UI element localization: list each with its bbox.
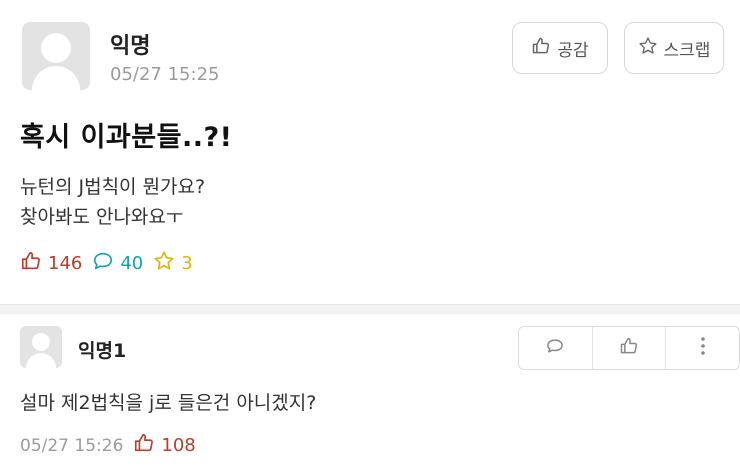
thumbs-up-icon	[133, 432, 155, 459]
post-header: 익명 05/27 15:25 공감 스크랩	[22, 22, 724, 102]
scrap-button-label: 스크랩	[663, 40, 711, 61]
post-title: 혹시 이과분들..?!	[20, 122, 233, 153]
comment-like-count: 108	[133, 432, 196, 459]
post-author: 익명	[110, 34, 151, 59]
like-button[interactable]: 공감	[512, 22, 608, 74]
avatar-head	[41, 33, 71, 63]
like-count: 146	[20, 250, 82, 277]
post-body: 뉴턴의 J법칙이 뭔가요? 찾아봐도 안나와요ㅜ	[20, 172, 205, 232]
thumbs-up-icon	[531, 36, 551, 61]
thumbs-up-icon	[619, 336, 639, 360]
avatar-body	[32, 66, 80, 90]
like-button-label: 공감	[557, 40, 589, 61]
speech-bubble-icon	[545, 336, 565, 360]
comment-action-bar	[518, 326, 740, 370]
comment-avatar	[20, 326, 62, 368]
speech-bubble-icon	[92, 250, 114, 277]
comment-count: 40	[92, 250, 143, 277]
post-body-line: 찾아봐도 안나와요ㅜ	[20, 206, 184, 228]
more-vertical-icon	[700, 336, 706, 360]
avatar-body	[26, 353, 56, 368]
scrap-count: 3	[153, 250, 193, 277]
comment-text: 설마 제2법칙을 j로 들은건 아니겠지?	[20, 392, 317, 414]
comment-like-count-value: 108	[161, 435, 196, 456]
comment-count-value: 40	[120, 253, 144, 274]
reply-button[interactable]	[519, 327, 592, 369]
section-divider	[0, 304, 740, 314]
comment-author: 익명1	[78, 340, 127, 362]
comment-meta: 05/27 15:26 108	[20, 432, 196, 459]
scrap-button[interactable]: 스크랩	[624, 22, 724, 74]
like-count-value: 146	[48, 253, 83, 274]
scrap-count-value: 3	[181, 253, 193, 274]
comment-item: 익명1 설마 제2법칙을 j로 들은건 아니겠지? 05/27 15:26 10…	[20, 326, 740, 466]
post-body-line: 뉴턴의 J법칙이 뭔가요?	[20, 176, 206, 198]
post-timestamp: 05/27 15:25	[110, 64, 220, 85]
post-stats: 146 40 3	[20, 250, 193, 277]
thumbs-up-icon	[20, 250, 42, 277]
more-options-button[interactable]	[665, 327, 739, 369]
avatar-head	[32, 333, 50, 351]
comment-like-button[interactable]	[591, 327, 666, 369]
author-avatar	[22, 22, 90, 90]
star-icon	[153, 250, 175, 277]
comment-timestamp: 05/27 15:26	[20, 435, 124, 456]
star-icon	[638, 36, 658, 61]
